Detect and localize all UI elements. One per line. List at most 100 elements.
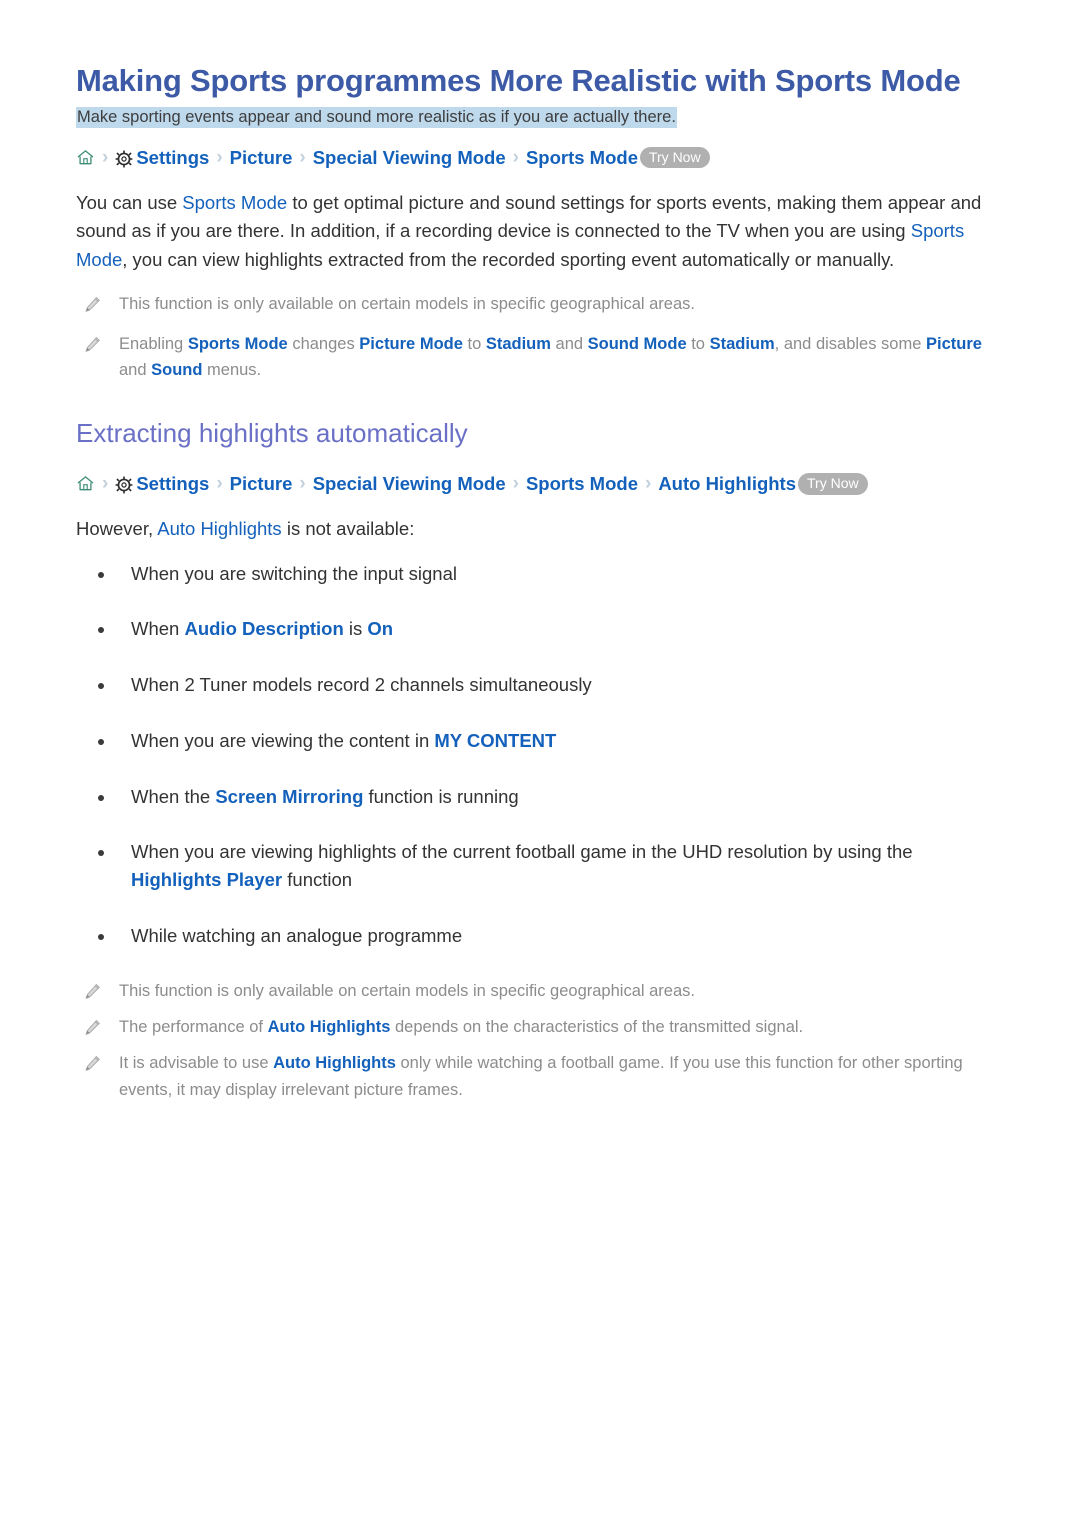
list-item: When the Screen Mirroring function is ru…: [76, 783, 1018, 811]
breadcrumb-item-picture[interactable]: Picture: [230, 471, 293, 497]
note-link-sound[interactable]: Sound: [151, 361, 202, 379]
note-item: Enabling Sports Mode changes Picture Mod…: [76, 331, 1018, 384]
note-seg: menus.: [202, 361, 262, 380]
notes-bottom: This function is only available on certa…: [76, 978, 1018, 1104]
breadcrumb-separator: ›: [299, 147, 306, 169]
seg: When the: [131, 785, 216, 807]
note-link-stadium-2[interactable]: Stadium: [710, 335, 775, 353]
bullet-dot-icon: [98, 571, 104, 578]
breadcrumb-item-picture[interactable]: Picture: [230, 145, 293, 171]
breadcrumb-item-auto-highlights[interactable]: Auto Highlights: [658, 471, 796, 497]
list-item: When you are viewing highlights of the c…: [76, 838, 1018, 894]
seg: When you are switching the input signal: [131, 562, 457, 584]
page-subtitle-wrapper: Make sporting events appear and sound mo…: [76, 105, 1018, 131]
bullet-dot-icon: [98, 627, 104, 634]
unavailable-conditions-list: When you are switching the input signal …: [76, 560, 1018, 950]
note-link-sound-mode[interactable]: Sound Mode: [588, 335, 687, 353]
page-title: Making Sports programmes More Realistic …: [76, 63, 961, 98]
breadcrumb-separator: ›: [102, 147, 109, 169]
seg-link-audio-description[interactable]: Audio Description: [184, 618, 343, 639]
breadcrumb-separator: ›: [644, 473, 652, 495]
seg-link-highlights-player[interactable]: Highlights Player: [131, 869, 282, 890]
note-seg: to: [686, 335, 710, 354]
seg: When: [131, 618, 185, 640]
breadcrumb-item-sports-mode[interactable]: Sports Mode: [526, 145, 638, 171]
pencil-icon: [84, 336, 101, 353]
intro-text-1: You can use: [76, 191, 183, 213]
breadcrumb-item-sports-mode[interactable]: Sports Mode: [526, 471, 638, 497]
note-seg: Enabling: [119, 335, 188, 354]
note-text: This function is only available on certa…: [119, 978, 695, 1004]
note-link-auto-highlights[interactable]: Auto Highlights: [273, 1054, 396, 1072]
note-link-picture[interactable]: Picture: [926, 335, 982, 353]
note-seg: , and disables some: [774, 335, 926, 354]
bullet-dot-icon: [98, 850, 104, 857]
note-text: The performance of Auto Highlights depen…: [119, 1014, 803, 1040]
breadcrumb-separator: ›: [299, 473, 306, 495]
note-seg: to: [462, 335, 486, 354]
breadcrumb-item-special-viewing-mode[interactable]: Special Viewing Mode: [313, 145, 506, 171]
seg-link-screen-mirroring[interactable]: Screen Mirroring: [215, 786, 363, 807]
breadcrumb-separator: ›: [216, 147, 223, 169]
bullet-dot-icon: [98, 933, 104, 940]
pencil-icon: [84, 1055, 101, 1072]
note-link-picture-mode[interactable]: Picture Mode: [359, 335, 463, 353]
breadcrumb-section[interactable]: › Settings › Picture › Special Viewing M…: [76, 471, 1018, 497]
intro-paragraph: You can use Sports Mode to get optimal p…: [76, 189, 1018, 275]
seg-link-on[interactable]: On: [367, 618, 393, 639]
intro-link-sports-mode-1[interactable]: Sports Mode: [182, 192, 287, 213]
note-item: It is advisable to use Auto Highlights o…: [76, 1050, 1018, 1103]
list-item-text: When the Screen Mirroring function is ru…: [131, 783, 519, 811]
list-item-text: When you are viewing highlights of the c…: [131, 838, 1001, 894]
list-item: While watching an analogue programme: [76, 922, 1018, 950]
list-item: When 2 Tuner models record 2 channels si…: [76, 671, 1018, 699]
note-link-auto-highlights[interactable]: Auto Highlights: [268, 1018, 391, 1036]
note-seg: and: [550, 335, 588, 354]
try-now-badge[interactable]: Try Now: [639, 147, 710, 169]
list-item: When you are viewing the content in MY C…: [76, 727, 1018, 755]
note-item: The performance of Auto Highlights depen…: [76, 1014, 1018, 1040]
list-item-text: When 2 Tuner models record 2 channels si…: [131, 671, 592, 699]
seg-link-my-content[interactable]: MY CONTENT: [434, 730, 556, 751]
seg: function: [282, 869, 353, 891]
section-heading: Extracting highlights automatically: [76, 417, 468, 448]
lead-link-auto-highlights[interactable]: Auto Highlights: [157, 518, 281, 539]
seg: When you are viewing the content in: [131, 729, 435, 751]
seg: When you are viewing highlights of the c…: [131, 841, 913, 863]
page-subtitle: Make sporting events appear and sound mo…: [76, 107, 677, 129]
breadcrumb-item-settings[interactable]: Settings: [136, 145, 209, 171]
note-seg: It is advisable to use: [119, 1054, 274, 1073]
breadcrumb-separator: ›: [216, 473, 223, 495]
breadcrumb-item-settings[interactable]: Settings: [136, 471, 209, 497]
pencil-icon: [84, 296, 101, 313]
document-page: Making Sports programmes More Realistic …: [0, 0, 1080, 1527]
breadcrumb-separator: ›: [512, 147, 519, 169]
note-text: This function is only available on certa…: [119, 294, 695, 313]
breadcrumb-main[interactable]: › Settings › Picture › Special Viewing M…: [76, 145, 1018, 171]
note-seg: This function is only available on certa…: [119, 981, 695, 1000]
gear-icon[interactable]: [115, 475, 133, 494]
breadcrumb-separator: ›: [102, 473, 109, 495]
lead-seg: However,: [76, 517, 158, 539]
seg: While watching an analogue programme: [131, 924, 463, 946]
home-icon[interactable]: [76, 474, 95, 493]
seg: function is running: [363, 785, 519, 807]
breadcrumb-item-special-viewing-mode[interactable]: Special Viewing Mode: [313, 471, 506, 497]
list-item: When Audio Description is On: [76, 615, 1018, 643]
note-link-sports-mode[interactable]: Sports Mode: [188, 335, 288, 353]
note-text: It is advisable to use Auto Highlights o…: [119, 1050, 999, 1103]
gear-icon[interactable]: [115, 149, 133, 168]
pencil-icon: [84, 983, 101, 1000]
pencil-icon: [84, 1019, 101, 1036]
list-item-text: When you are viewing the content in MY C…: [131, 727, 556, 755]
note-item: This function is only available on certa…: [76, 978, 1018, 1004]
list-item: When you are switching the input signal: [76, 560, 1018, 588]
note-item: This function is only available on certa…: [76, 291, 1018, 317]
try-now-badge[interactable]: Try Now: [798, 473, 868, 495]
home-icon[interactable]: [76, 148, 95, 167]
note-link-stadium-1[interactable]: Stadium: [486, 335, 551, 353]
list-item-text: When you are switching the input signal: [131, 560, 457, 588]
breadcrumb-separator: ›: [512, 473, 519, 495]
list-item-text: When Audio Description is On: [131, 615, 393, 643]
note-seg: and: [119, 361, 152, 380]
